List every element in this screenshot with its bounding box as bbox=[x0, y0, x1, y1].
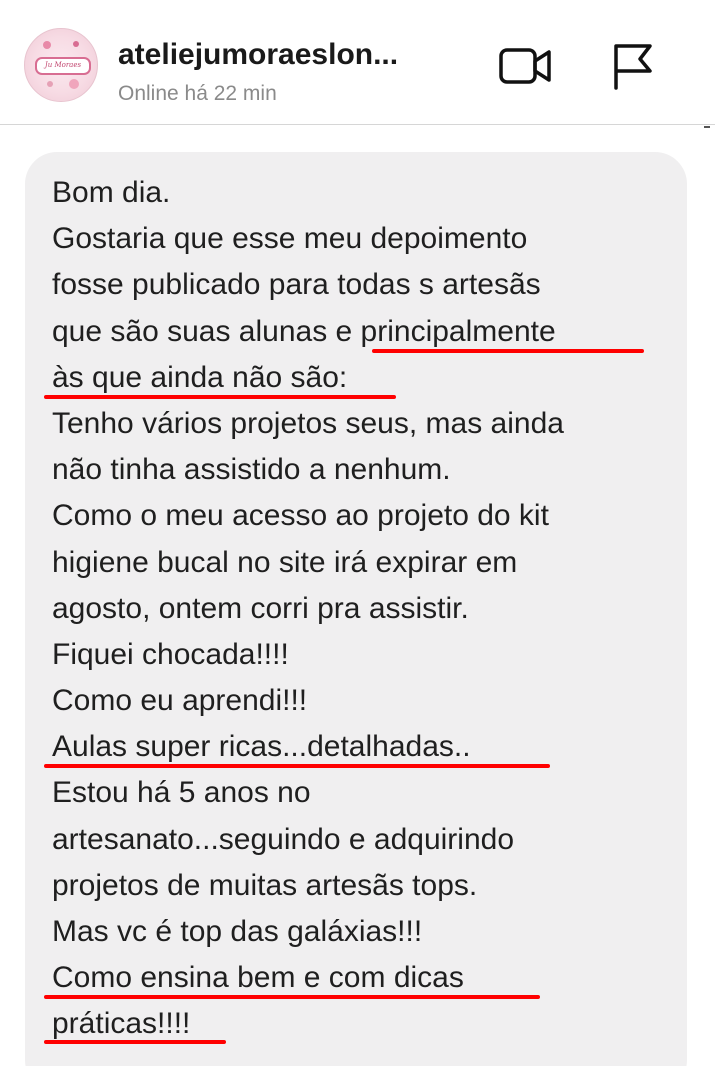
avatar-logo-text: Ju Moraes bbox=[44, 61, 82, 69]
message-line: projetos de muitas artesãs tops. bbox=[52, 868, 478, 902]
message-line: fosse publicado para todas s artesãs bbox=[52, 268, 541, 302]
video-call-icon bbox=[499, 48, 551, 84]
message-line: agosto, ontem corri pra assistir. bbox=[52, 591, 469, 625]
video-call-button[interactable] bbox=[499, 42, 553, 92]
online-status: Online há 22 min bbox=[118, 82, 277, 105]
highlight-underline bbox=[44, 1040, 226, 1044]
avatar-decoration bbox=[47, 81, 53, 87]
message-line: Estou há 5 anos no bbox=[52, 776, 311, 810]
highlight-underline bbox=[44, 764, 550, 768]
message-line: higiene bucal no site irá expirar em bbox=[52, 545, 518, 579]
message-line: às que ainda não são: bbox=[52, 360, 348, 394]
chat-screen: Ju Moraes ateliejumoraeslon... Online há… bbox=[0, 0, 715, 1066]
avatar-decoration bbox=[69, 79, 79, 89]
message-line: artesanato...seguindo e adquirindo bbox=[52, 822, 515, 856]
message-line: Tenho vários projetos seus, mas ainda bbox=[52, 406, 564, 440]
message-line: Bom dia. bbox=[52, 176, 171, 209]
contact-name[interactable]: ateliejumoraeslon... bbox=[118, 38, 398, 72]
message-line: que são suas alunas e principalmente bbox=[52, 314, 556, 348]
message-text: Bom dia. Gostaria que esse meu depoiment… bbox=[52, 170, 677, 1048]
message-line: Como o meu acesso ao projeto do kit bbox=[52, 499, 549, 533]
message-line: Mas vc é top das galáxias!!! bbox=[52, 915, 423, 948]
avatar-decoration bbox=[73, 41, 79, 47]
chat-header: Ju Moraes ateliejumoraeslon... Online há… bbox=[0, 0, 715, 125]
highlight-underline bbox=[372, 349, 644, 353]
avatar-logo-band: Ju Moraes bbox=[35, 57, 91, 75]
message-line: Fiquei chocada!!!! bbox=[52, 637, 289, 671]
report-button[interactable] bbox=[606, 42, 660, 92]
contact-avatar[interactable]: Ju Moraes bbox=[24, 28, 98, 102]
highlight-underline bbox=[44, 995, 540, 999]
message-line: não tinha assistido a nenhum. bbox=[52, 453, 451, 487]
scroll-edge-mark bbox=[704, 126, 710, 128]
message-line: Como eu aprendi!!! bbox=[52, 684, 308, 718]
highlight-underline bbox=[44, 395, 396, 399]
message-line: Gostaria que esse meu depoimento bbox=[52, 222, 528, 256]
avatar-decoration bbox=[43, 41, 51, 49]
report-flag-icon bbox=[614, 44, 652, 90]
